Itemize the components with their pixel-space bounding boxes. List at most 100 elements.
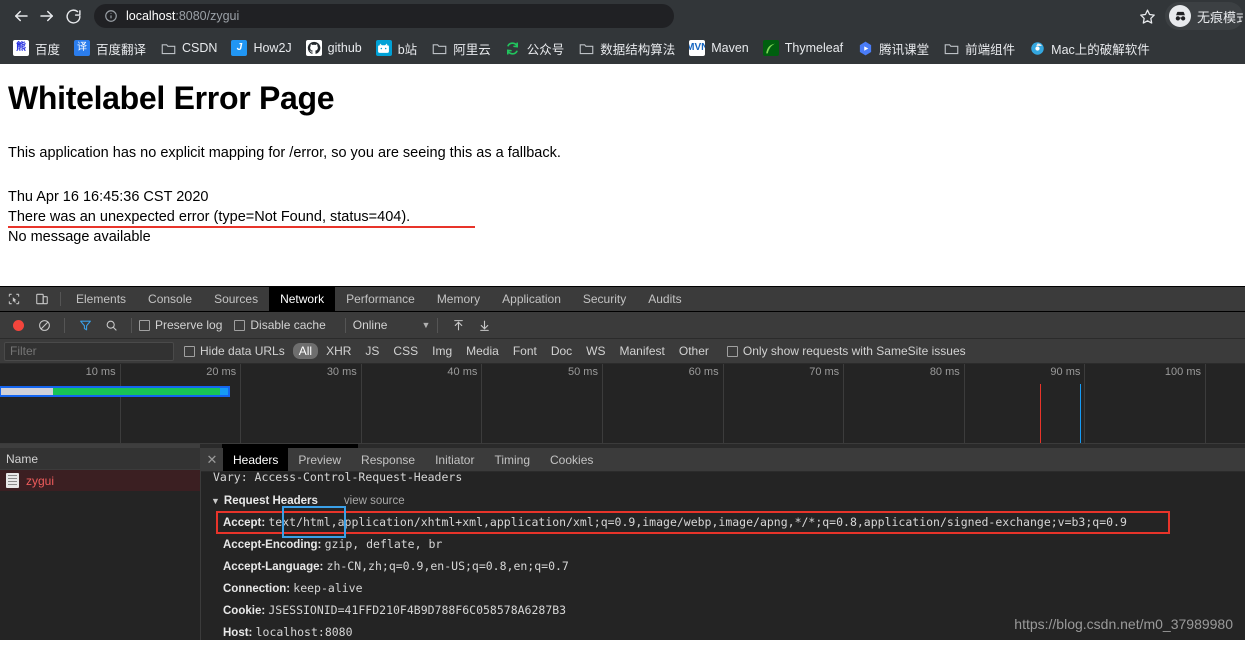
network-overview-timeline[interactable]: 10 ms 20 ms 30 ms 40 ms 50 ms 60 ms 70 ms 80 ms… bbox=[0, 364, 1245, 445]
error-status-text: There was an unexpected error (type=Not … bbox=[8, 209, 411, 225]
devtools-tab-performance[interactable]: Performance bbox=[335, 287, 426, 311]
preserve-log-checkbox[interactable]: Preserve log bbox=[139, 318, 222, 332]
type-filter-other[interactable]: Other bbox=[673, 343, 715, 359]
bookmark-star-icon[interactable] bbox=[1133, 2, 1161, 30]
filter-input[interactable] bbox=[4, 341, 174, 361]
import-har-icon[interactable] bbox=[445, 319, 471, 332]
overview-tick-label: 50 ms bbox=[568, 366, 598, 379]
devtools-tab-sources[interactable]: Sources bbox=[203, 287, 269, 311]
chevron-down-icon[interactable]: ▼ bbox=[211, 491, 220, 512]
samesite-checkbox[interactable]: Only show requests with SameSite issues bbox=[726, 344, 966, 359]
bookmark-4[interactable]: J How2J bbox=[224, 36, 298, 60]
detail-tab-initiator[interactable]: Initiator bbox=[425, 448, 484, 470]
devtools-tabbar: Elements Console Sources Network Performance… bbox=[0, 287, 1245, 313]
detail-tab-cookies[interactable]: Cookies bbox=[540, 448, 603, 470]
table-row[interactable]: zygui bbox=[0, 470, 200, 492]
search-icon[interactable] bbox=[98, 319, 124, 332]
overview-scrollbar[interactable] bbox=[0, 444, 1245, 449]
address-bar[interactable]: localhost:8080/zygui bbox=[94, 4, 674, 28]
header-key: Accept: bbox=[223, 516, 269, 529]
back-button[interactable] bbox=[8, 3, 34, 29]
overview-tick: 10 ms bbox=[0, 364, 121, 444]
bookmark-1[interactable]: 熊百度 bbox=[6, 36, 67, 60]
detail-tab-response[interactable]: Response bbox=[351, 448, 425, 470]
hide-data-urls-checkbox[interactable]: Hide data URLs bbox=[184, 344, 285, 358]
maven-icon: MVN bbox=[689, 40, 706, 56]
resource-type-filters: All XHR JS CSS Img Media Font Doc WS Manifest Othe… bbox=[292, 343, 717, 360]
bookmark-5[interactable]: github bbox=[299, 36, 369, 60]
type-filter-doc[interactable]: Doc bbox=[545, 343, 578, 359]
overview-scroll-thumb[interactable] bbox=[0, 444, 200, 449]
inspect-element-icon[interactable] bbox=[0, 287, 28, 311]
overview-tick: 30 ms bbox=[241, 364, 362, 444]
incognito-icon bbox=[1169, 5, 1191, 27]
bookmark-6[interactable]: b站 bbox=[369, 36, 424, 60]
devtools-tab-memory[interactable]: Memory bbox=[426, 287, 491, 311]
bookmark-11[interactable]: Thymeleaf bbox=[756, 36, 850, 60]
devtools-tab-console[interactable]: Console bbox=[137, 287, 203, 311]
bookmark-12[interactable]: 腾讯课堂 bbox=[850, 36, 936, 60]
type-filter-css[interactable]: CSS bbox=[387, 343, 424, 359]
detail-tab-preview[interactable]: Preview bbox=[288, 448, 351, 470]
how2j-icon: J bbox=[231, 40, 248, 56]
preserve-log-box bbox=[139, 319, 150, 331]
clear-button[interactable] bbox=[31, 319, 57, 332]
header-key: Cookie: bbox=[223, 604, 269, 617]
reload-button[interactable] bbox=[60, 3, 86, 29]
bookmark-label: Mac上的破解软件 bbox=[1051, 42, 1150, 57]
bookmark-label: github bbox=[327, 41, 362, 55]
samesite-label: Only show requests with SameSite issues bbox=[742, 344, 966, 359]
bookmark-7[interactable]: 阿里云 bbox=[424, 36, 498, 60]
device-toolbar-icon[interactable] bbox=[28, 287, 56, 311]
bookmark-14[interactable]: Mac上的破解软件 bbox=[1022, 36, 1157, 60]
type-filter-all[interactable]: All bbox=[292, 343, 319, 360]
bookmark-label: CSDN bbox=[182, 41, 218, 55]
type-filter-font[interactable]: Font bbox=[507, 343, 543, 359]
incognito-indicator[interactable]: 无痕模式 bbox=[1165, 2, 1243, 30]
header-row: Connection: keep-alive bbox=[211, 578, 1245, 600]
bookmark-9[interactable]: 数据结构算法 bbox=[571, 36, 682, 60]
devtools-tab-security[interactable]: Security bbox=[572, 287, 637, 311]
type-filter-manifest[interactable]: Manifest bbox=[614, 343, 671, 359]
record-button[interactable] bbox=[5, 319, 31, 331]
bookmark-label: How2J bbox=[253, 41, 292, 55]
error-message: No message available bbox=[8, 229, 151, 245]
request-list-header[interactable]: Name bbox=[0, 448, 200, 471]
dom-content-loaded-marker bbox=[1040, 384, 1041, 444]
bookmark-3[interactable]: CSDN bbox=[153, 36, 224, 60]
info-circle-icon[interactable] bbox=[104, 9, 118, 23]
disable-cache-checkbox[interactable]: Disable cache bbox=[234, 318, 326, 332]
filter-icon[interactable] bbox=[72, 319, 98, 332]
detail-tab-timing[interactable]: Timing bbox=[484, 448, 540, 470]
url-path: :8080/zygui bbox=[175, 9, 240, 23]
bookmark-8[interactable]: 公众号 bbox=[498, 36, 572, 60]
bookmark-13[interactable]: 前端组件 bbox=[936, 36, 1022, 60]
type-filter-media[interactable]: Media bbox=[460, 343, 505, 359]
overview-scroll-selection[interactable] bbox=[222, 444, 358, 449]
detail-tab-headers[interactable]: Headers bbox=[223, 448, 289, 471]
overview-tick: 40 ms bbox=[362, 364, 483, 444]
devtools-tab-elements[interactable]: Elements bbox=[65, 287, 137, 311]
request-headers-section[interactable]: ▼ Request Headers view source bbox=[211, 491, 1245, 512]
type-filter-xhr[interactable]: XHR bbox=[320, 343, 357, 359]
bookmark-2[interactable]: 译百度翻译 bbox=[67, 36, 153, 60]
devtools-tab-application[interactable]: Application bbox=[491, 287, 572, 311]
devtools-tab-network[interactable]: Network bbox=[269, 287, 336, 312]
type-filter-img[interactable]: Img bbox=[426, 343, 458, 359]
header-key: Connection: bbox=[223, 582, 294, 595]
network-main-split: Name zygui ✕ Headers Preview Response Initi… bbox=[0, 448, 1245, 640]
export-har-icon[interactable] bbox=[471, 319, 497, 332]
wechat-official-icon bbox=[505, 40, 521, 56]
type-filter-ws[interactable]: WS bbox=[580, 343, 611, 359]
devtools-tab-audits[interactable]: Audits bbox=[637, 287, 692, 311]
bookmark-10[interactable]: MVN Maven bbox=[682, 36, 756, 60]
error-description: This application has no explicit mapping… bbox=[8, 145, 561, 161]
throttling-select[interactable]: Online ▼ bbox=[353, 318, 431, 332]
folder-icon bbox=[160, 40, 176, 56]
bar-segment-queue bbox=[1, 388, 53, 396]
forward-button[interactable] bbox=[34, 3, 60, 29]
close-icon[interactable]: ✕ bbox=[201, 448, 223, 470]
overview-tick: 20 ms bbox=[121, 364, 242, 444]
type-filter-js[interactable]: JS bbox=[359, 343, 385, 359]
view-source-link[interactable]: view source bbox=[344, 491, 405, 512]
